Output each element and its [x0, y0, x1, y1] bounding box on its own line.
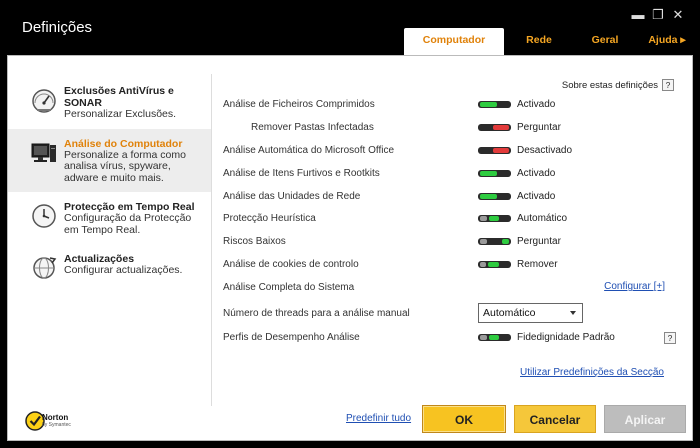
setting-state: Fidedignidade Padrão	[517, 332, 615, 344]
computer-icon	[31, 143, 56, 162]
setting-state: Activado	[517, 99, 556, 110]
setting-label: Análise de Itens Furtivos e Rootkits	[223, 167, 380, 179]
setting-row: Análise Automática do Microsoft Office D…	[223, 139, 683, 162]
help-button[interactable]: ?	[662, 79, 674, 91]
tab-bar: Computador Rede Geral Ajuda ▸	[404, 28, 698, 55]
setting-label: Análise das Unidades de Rede	[223, 190, 361, 202]
setting-label: Análise de cookies de controlo	[223, 259, 359, 271]
setting-row: Análise de Ficheiros Comprimidos Activad…	[223, 93, 683, 116]
tab-rede[interactable]: Rede	[504, 28, 574, 55]
tab-geral[interactable]: Geral	[574, 28, 636, 55]
setting-state: Automático	[517, 213, 568, 225]
close-icon[interactable]: ✕	[668, 8, 688, 22]
profile-help-button[interactable]: ?	[664, 332, 676, 345]
minimize-icon[interactable]: ▬	[628, 8, 648, 22]
toggle-compressed-files[interactable]	[478, 101, 511, 108]
clock-icon	[32, 204, 56, 228]
setting-label: Análise Automática do Microsoft Office	[223, 144, 395, 156]
cancel-button[interactable]: Cancelar	[514, 405, 596, 433]
brand-subtitle: by Symantec	[42, 422, 71, 428]
brand-name: Norton	[42, 413, 69, 422]
sidebar-item-exclusions[interactable]: Exclusões AntiVírus e SONAR Personalizar…	[8, 76, 211, 129]
section-defaults-link[interactable]: Utilizar Predefinições da Secção	[520, 367, 664, 378]
sidebar: Exclusões AntiVírus e SONAR Personalizar…	[8, 76, 211, 285]
setting-state: Perguntar	[517, 121, 561, 133]
threads-select-value: Automático	[483, 307, 536, 320]
setting-label: Análise de Ficheiros Comprimidos	[223, 99, 375, 110]
tab-ajuda[interactable]: Ajuda ▸	[636, 28, 698, 55]
setting-label: Protecção Heurística	[223, 213, 316, 225]
configure-link[interactable]: Configurar [+]	[604, 281, 665, 292]
slider-performance-profile[interactable]	[478, 334, 511, 342]
sidebar-item-computer-scan[interactable]: Análise do Computador Personalize a form…	[8, 128, 211, 192]
threads-select[interactable]: Automático	[478, 303, 583, 324]
settings-list: Análise de Ficheiros Comprimidos Activad…	[223, 93, 683, 349]
sidebar-item-desc: Personalizar Exclusões.	[64, 108, 177, 120]
setting-state: Desactivado	[517, 144, 573, 156]
apply-button[interactable]: Aplicar	[604, 405, 686, 433]
setting-label: Riscos Baixos	[223, 236, 286, 248]
sidebar-item-desc: Configurar actualizações.	[64, 264, 183, 276]
title-bar: Definições ▬ ❐ ✕ Computador Rede Geral A…	[0, 0, 700, 55]
chevron-down-icon	[570, 311, 576, 316]
help-line: Sobre estas definições ?	[562, 79, 674, 91]
setting-row: Perfis de Desempenho Análise Fidedignida…	[223, 326, 683, 349]
setting-row: Análise Completa do Sistema Configurar […	[223, 276, 683, 299]
tab-computador[interactable]: Computador	[404, 28, 504, 55]
sidebar-item-realtime-protection[interactable]: Protecção em Tempo Real Configuração da …	[8, 192, 211, 244]
setting-state: Remover	[517, 259, 558, 271]
slider-low-risks[interactable]	[478, 238, 511, 246]
slider-tracking-cookies[interactable]	[478, 261, 511, 269]
setting-state: Activado	[517, 190, 556, 202]
window-controls: ▬ ❐ ✕	[628, 8, 688, 22]
sidebar-item-updates[interactable]: Actualizações Configurar actualizações.	[8, 244, 211, 285]
setting-row: Riscos Baixos Perguntar	[223, 230, 683, 253]
setting-state: Perguntar	[517, 236, 561, 248]
setting-row: Número de threads para a análise manual …	[223, 299, 683, 326]
toggle-remove-infected-folders[interactable]	[478, 123, 511, 131]
setting-state: Activado	[517, 167, 556, 179]
setting-label: Remover Pastas Infectadas	[251, 121, 374, 133]
toggle-office-scan[interactable]	[478, 146, 511, 154]
maximize-icon[interactable]: ❐	[648, 8, 668, 22]
sidebar-divider	[211, 74, 212, 406]
sidebar-item-title: Exclusões AntiVírus e SONAR	[64, 85, 174, 109]
setting-label: Análise Completa do Sistema	[223, 282, 355, 294]
sidebar-item-title: Análise do Computador	[64, 137, 183, 150]
setting-row: Análise de Itens Furtivos e Rootkits Act…	[223, 162, 683, 185]
toggle-network-drives[interactable]	[478, 192, 511, 200]
reset-all-link[interactable]: Predefinir tudo	[346, 413, 411, 424]
gauge-icon	[32, 89, 56, 113]
setting-row: Remover Pastas Infectadas Perguntar	[223, 116, 683, 139]
globe-refresh-icon	[33, 257, 57, 279]
ok-button[interactable]: OK	[422, 405, 506, 433]
setting-row: Protecção Heurística Automático	[223, 207, 683, 230]
setting-label: Número de threads para a análise manual	[223, 308, 410, 320]
settings-panel: Exclusões AntiVírus e SONAR Personalizar…	[7, 55, 693, 441]
help-label: Sobre estas definições	[561, 79, 658, 91]
slider-heuristic[interactable]	[478, 215, 511, 223]
window-title: Definições	[22, 19, 93, 36]
sidebar-item-desc: Configuração da Protecção em Tempo Real.	[64, 212, 192, 236]
sidebar-item-desc: Personalize a forma como analisa vírus, …	[64, 148, 186, 184]
toggle-rootkits[interactable]	[478, 169, 511, 177]
setting-row: Análise de cookies de controlo Remover	[223, 253, 683, 276]
setting-row: Análise das Unidades de Rede Activado	[223, 185, 683, 208]
setting-label: Perfis de Desempenho Análise	[223, 332, 360, 344]
